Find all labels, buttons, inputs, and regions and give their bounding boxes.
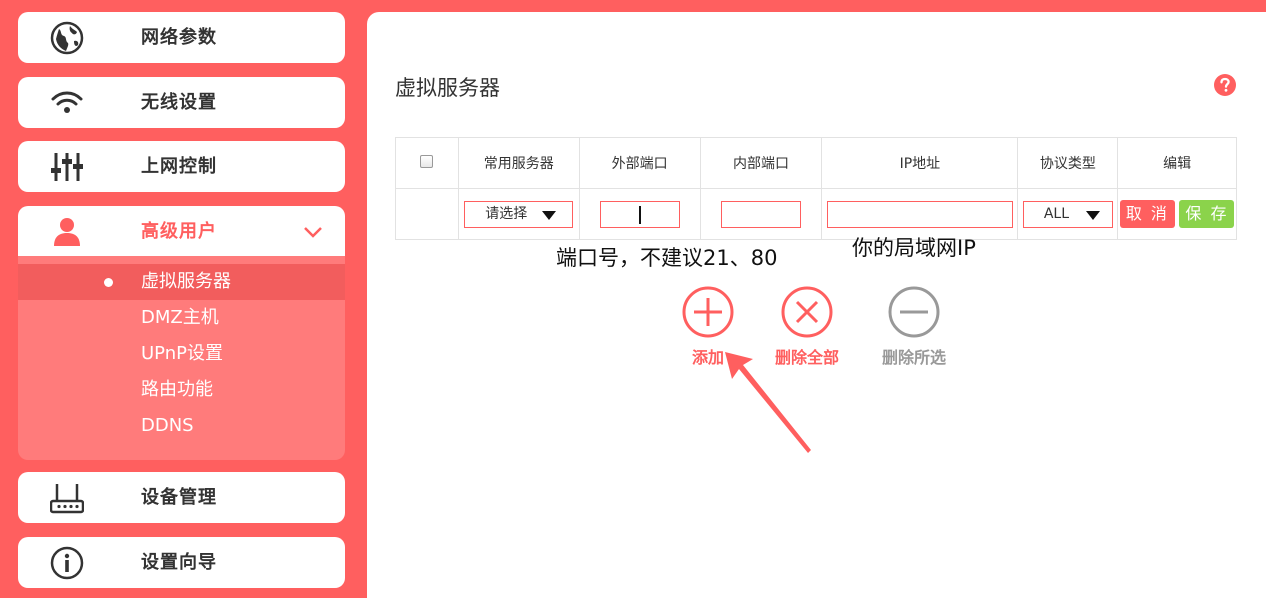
delete-selected-action[interactable]: 删除所选 (864, 286, 964, 368)
protocol-select[interactable]: ALL (1022, 200, 1113, 228)
column-header: 编辑 (1117, 137, 1237, 189)
submenu-label: UPnP设置 (141, 343, 223, 364)
column-header: 内部端口 (699, 137, 823, 189)
edit-cell: 取 消 保 存 (1117, 188, 1237, 240)
delete-all-icon[interactable] (781, 286, 833, 338)
submenu-label: DDNS (141, 415, 194, 436)
select-value: ALL (1043, 205, 1070, 222)
nav-wireless-settings[interactable]: 无线设置 (18, 77, 345, 128)
main-panel: 虚拟服务器 常用服务器 外部端口 内部端口 IP地址 协议类型 编辑 请选择 A… (367, 12, 1266, 598)
sliders-icon (51, 153, 83, 181)
port-annotation: 端口号，不建议21、80 (556, 246, 778, 270)
cancel-button[interactable]: 取 消 (1119, 200, 1175, 228)
globe-icon (50, 21, 84, 55)
nav-advanced-user[interactable]: 高级用户 (18, 206, 345, 257)
select-value: 请选择 (485, 205, 528, 222)
delete-selected-label: 删除所选 (881, 348, 946, 367)
add-icon[interactable] (682, 286, 734, 338)
wifi-icon (51, 91, 83, 113)
submenu-item-dmz[interactable]: DMZ主机 (18, 300, 345, 336)
submenu-item-upnp[interactable]: UPnP设置 (18, 336, 345, 372)
column-header: IP地址 (821, 137, 1019, 189)
user-icon (54, 218, 80, 246)
submenu-item-ddns[interactable]: DDNS (18, 408, 345, 444)
nav-label: 设置向导 (141, 552, 217, 573)
nav-label: 网络参数 (141, 27, 217, 48)
ip-address-input[interactable] (826, 200, 1013, 228)
nav-label: 高级用户 (141, 221, 217, 242)
table-row: 请选择 ALL 取 消 保 存 (395, 188, 1237, 240)
submenu-item-virtual-server[interactable]: 虚拟服务器 (18, 264, 345, 300)
nav-internet-control[interactable]: 上网控制 (18, 141, 345, 192)
ip-annotation: 你的局域网IP (852, 236, 976, 260)
nav-label: 上网控制 (141, 156, 217, 177)
internal-port-input[interactable] (720, 200, 801, 228)
dropdown-arrow-icon (542, 210, 557, 220)
external-port-cell (578, 188, 701, 240)
external-port-input[interactable] (599, 200, 680, 228)
page-title: 虚拟服务器 (395, 76, 500, 100)
advanced-user-submenu: 虚拟服务器 DMZ主机 UPnP设置 路由功能 DDNS (18, 256, 345, 460)
virtual-server-table: 常用服务器 外部端口 内部端口 IP地址 协议类型 编辑 请选择 ALL 取 消… (395, 137, 1237, 240)
nav-setup-wizard[interactable]: 设置向导 (18, 537, 345, 588)
column-header: 外部端口 (578, 137, 701, 189)
server-select-cell: 请选择 (457, 188, 580, 240)
chevron-down-icon[interactable] (303, 222, 323, 242)
internal-port-cell (699, 188, 823, 240)
nav-label: 无线设置 (141, 92, 217, 113)
row-empty-cell (395, 188, 459, 240)
column-header: 常用服务器 (457, 137, 580, 189)
dropdown-arrow-icon (1085, 210, 1100, 220)
help-icon[interactable] (1214, 74, 1236, 96)
annotation-arrow-icon (725, 352, 811, 453)
submenu-label: 虚拟服务器 (141, 271, 231, 292)
delete-selected-icon[interactable] (888, 286, 940, 338)
router-icon (50, 484, 84, 514)
save-button[interactable]: 保 存 (1179, 200, 1235, 228)
submenu-item-routing[interactable]: 路由功能 (18, 372, 345, 408)
submenu-label: DMZ主机 (141, 307, 219, 328)
common-server-select[interactable]: 请选择 (464, 200, 574, 228)
column-header: 协议类型 (1017, 137, 1119, 189)
protocol-cell: ALL (1017, 188, 1119, 240)
text-cursor (638, 205, 641, 224)
selected-dot-icon (104, 278, 113, 287)
table-header-row: 常用服务器 外部端口 内部端口 IP地址 协议类型 编辑 (395, 137, 1237, 189)
info-icon (50, 546, 84, 580)
header-checkbox-cell (395, 137, 459, 189)
nav-network-params[interactable]: 网络参数 (18, 12, 345, 63)
nav-device-management[interactable]: 设备管理 (18, 472, 345, 523)
nav-label: 设备管理 (141, 487, 217, 508)
submenu-label: 路由功能 (141, 379, 213, 400)
select-all-checkbox[interactable] (420, 154, 434, 168)
